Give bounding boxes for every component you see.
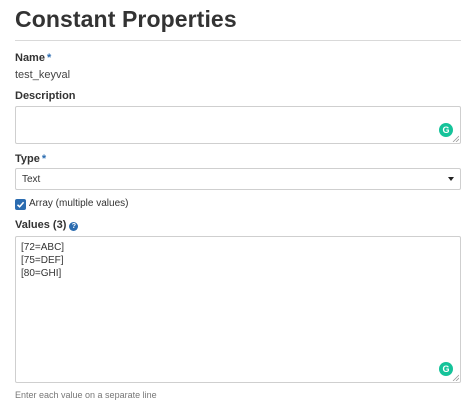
- grammarly-icon[interactable]: G: [439, 362, 453, 376]
- array-checkbox[interactable]: [15, 199, 26, 210]
- type-required-mark: *: [41, 153, 47, 165]
- type-select[interactable]: Text: [15, 168, 461, 190]
- type-label: Type *: [15, 153, 46, 165]
- description-label: Description: [15, 90, 76, 102]
- type-label-text: Type: [15, 153, 40, 165]
- question-circle-icon[interactable]: ?: [69, 222, 79, 231]
- grammarly-icon[interactable]: G: [439, 123, 453, 137]
- page-title: Constant Properties: [15, 6, 237, 32]
- values-label: Values (3)?: [15, 219, 79, 231]
- name-label-text: Name: [15, 52, 45, 64]
- values-textarea[interactable]: [72=ABC] [75=DEF] [80=GHI] G: [15, 236, 461, 383]
- title-divider: [15, 40, 461, 41]
- values-label-text: Values (3): [15, 219, 67, 231]
- type-selected-value: Text: [22, 174, 41, 185]
- resize-handle-icon[interactable]: [452, 135, 459, 142]
- description-textarea[interactable]: G: [15, 106, 461, 144]
- values-line: [75=DEF]: [21, 255, 64, 266]
- resize-handle-icon[interactable]: [452, 374, 459, 381]
- chevron-down-icon: [448, 177, 454, 181]
- checkmark-icon: [16, 201, 25, 208]
- values-hint: Enter each value on a separate line: [15, 390, 157, 400]
- constant-properties-panel: Constant Properties Name * test_keyval De…: [0, 0, 474, 406]
- array-checkbox-label[interactable]: Array (multiple values): [29, 198, 128, 209]
- name-required-mark: *: [46, 52, 52, 64]
- values-line: [72=ABC]: [21, 242, 65, 253]
- name-label: Name *: [15, 52, 51, 64]
- values-line: [80=GHI]: [21, 268, 62, 279]
- name-value: test_keyval: [15, 69, 71, 81]
